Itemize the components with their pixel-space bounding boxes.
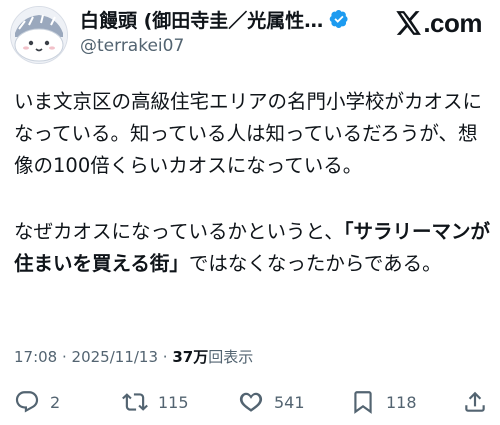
meta-separator: ·	[158, 348, 173, 366]
x-logo-text: .com	[423, 7, 482, 38]
heart-icon	[239, 392, 263, 412]
reply-icon	[15, 391, 39, 413]
tweet-paragraph-2-lead: なぜカオスになっているかというと、	[14, 220, 344, 243]
reply-button[interactable]: 2	[14, 385, 60, 419]
tweet-date[interactable]: 2025/11/13	[72, 348, 158, 366]
share-button[interactable]	[462, 385, 488, 419]
tweet-actions: 2 115 541 118	[0, 385, 500, 419]
display-name[interactable]: 白饅頭 (御田寺圭／光属性…	[80, 6, 323, 33]
like-button[interactable]: 541	[238, 385, 305, 419]
user-handle[interactable]: @terrakei07	[80, 36, 410, 56]
x-brand-logo: .com	[396, 8, 482, 38]
meta-separator: ·	[57, 348, 72, 366]
like-count: 541	[274, 392, 305, 412]
tweet-meta: 17:08 · 2025/11/13 · 37万回表示	[14, 346, 253, 367]
tweet-paragraph-1: いま文京区の高級住宅エリアの名門小学校がカオスになっている。知っている人は知って…	[14, 90, 483, 177]
avatar-illustration	[11, 7, 67, 63]
bookmark-button[interactable]: 118	[350, 385, 417, 419]
repost-count: 115	[158, 392, 189, 412]
x-logo-icon	[396, 11, 422, 35]
tweet-text: いま文京区の高級住宅エリアの名門小学校がカオスになっている。知っている人は知って…	[14, 86, 492, 280]
tweet-paragraph-2: なぜカオスになっているかというと、「サラリーマンが住まいを買える街」ではなくなっ…	[14, 216, 492, 280]
tweet-time[interactable]: 17:08	[14, 348, 57, 366]
verified-badge-icon	[329, 9, 349, 29]
display-name-row: 白饅頭 (御田寺圭／光属性…	[80, 6, 410, 32]
avatar[interactable]	[10, 6, 68, 64]
tweet-header: 白饅頭 (御田寺圭／光属性… @terrakei07 .com	[0, 0, 500, 70]
author-info: 白饅頭 (御田寺圭／光属性… @terrakei07	[80, 6, 410, 56]
bookmark-icon	[354, 391, 372, 414]
bookmark-count: 118	[386, 392, 417, 412]
share-icon	[465, 391, 485, 412]
repost-button[interactable]: 115	[122, 385, 189, 419]
reply-count: 2	[50, 392, 61, 412]
repost-icon	[122, 393, 148, 411]
views-count[interactable]: 37万	[172, 348, 208, 366]
tweet-paragraph-2-tail: ではなくなったからである。	[188, 252, 442, 275]
views-label: 回表示	[208, 348, 254, 366]
